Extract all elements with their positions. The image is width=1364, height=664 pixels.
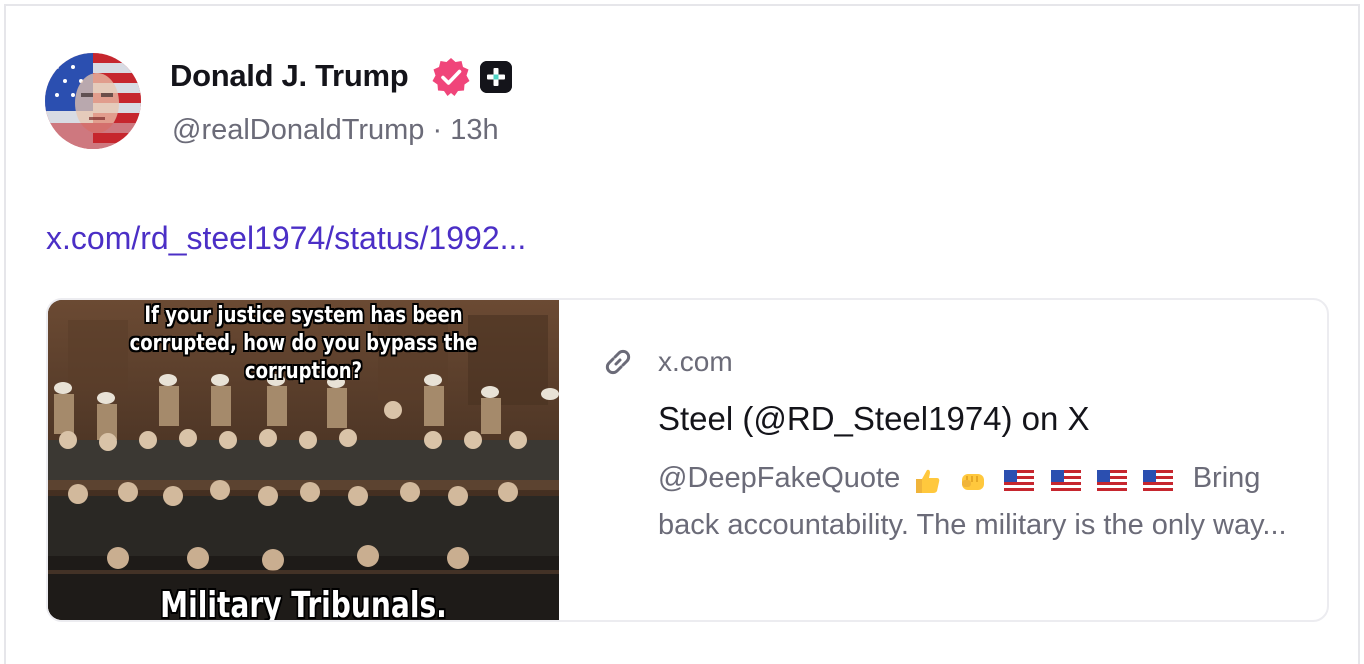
post-link[interactable]: x.com/rd_steel1974/status/1992... bbox=[46, 220, 526, 257]
image-caption-top: If your justice system has been corrupte… bbox=[129, 303, 478, 384]
handle-line: @realDonaldTrump · 13h bbox=[172, 114, 499, 147]
desc-prefix: @DeepFakeQuote bbox=[658, 462, 901, 494]
image-caption-bottom: Military Tribunals. bbox=[160, 585, 447, 622]
display-name[interactable]: Donald J. Trump bbox=[170, 58, 409, 94]
card-description: @DeepFakeQuote Bring back accountability… bbox=[658, 455, 1298, 548]
fist-icon bbox=[962, 473, 985, 490]
thumbs-up-icon bbox=[916, 469, 940, 493]
card-image[interactable]: If your justice system has been corrupte… bbox=[48, 300, 559, 622]
avatar[interactable] bbox=[45, 53, 141, 149]
link-preview-card[interactable]: If your justice system has been corrupte… bbox=[46, 298, 1329, 622]
avatar-image bbox=[45, 53, 141, 149]
link-icon bbox=[605, 349, 631, 375]
timestamp[interactable]: 13h bbox=[450, 114, 498, 146]
handle[interactable]: @realDonaldTrump bbox=[172, 114, 424, 146]
us-flag-icon bbox=[1142, 469, 1173, 492]
card-domain: x.com bbox=[658, 346, 733, 377]
verified-badge-icon bbox=[432, 58, 470, 96]
plus-badge-icon bbox=[480, 61, 512, 93]
separator: · bbox=[432, 114, 443, 146]
us-flag-icon bbox=[1050, 469, 1081, 492]
card-title[interactable]: Steel (@RD_Steel1974) on X bbox=[658, 400, 1090, 438]
post: Donald J. Trump @realDonaldTrump · 13h x… bbox=[4, 4, 1360, 664]
us-flag-icon bbox=[1004, 469, 1035, 492]
us-flag-icon bbox=[1096, 469, 1127, 492]
emoji-row bbox=[912, 456, 1180, 502]
